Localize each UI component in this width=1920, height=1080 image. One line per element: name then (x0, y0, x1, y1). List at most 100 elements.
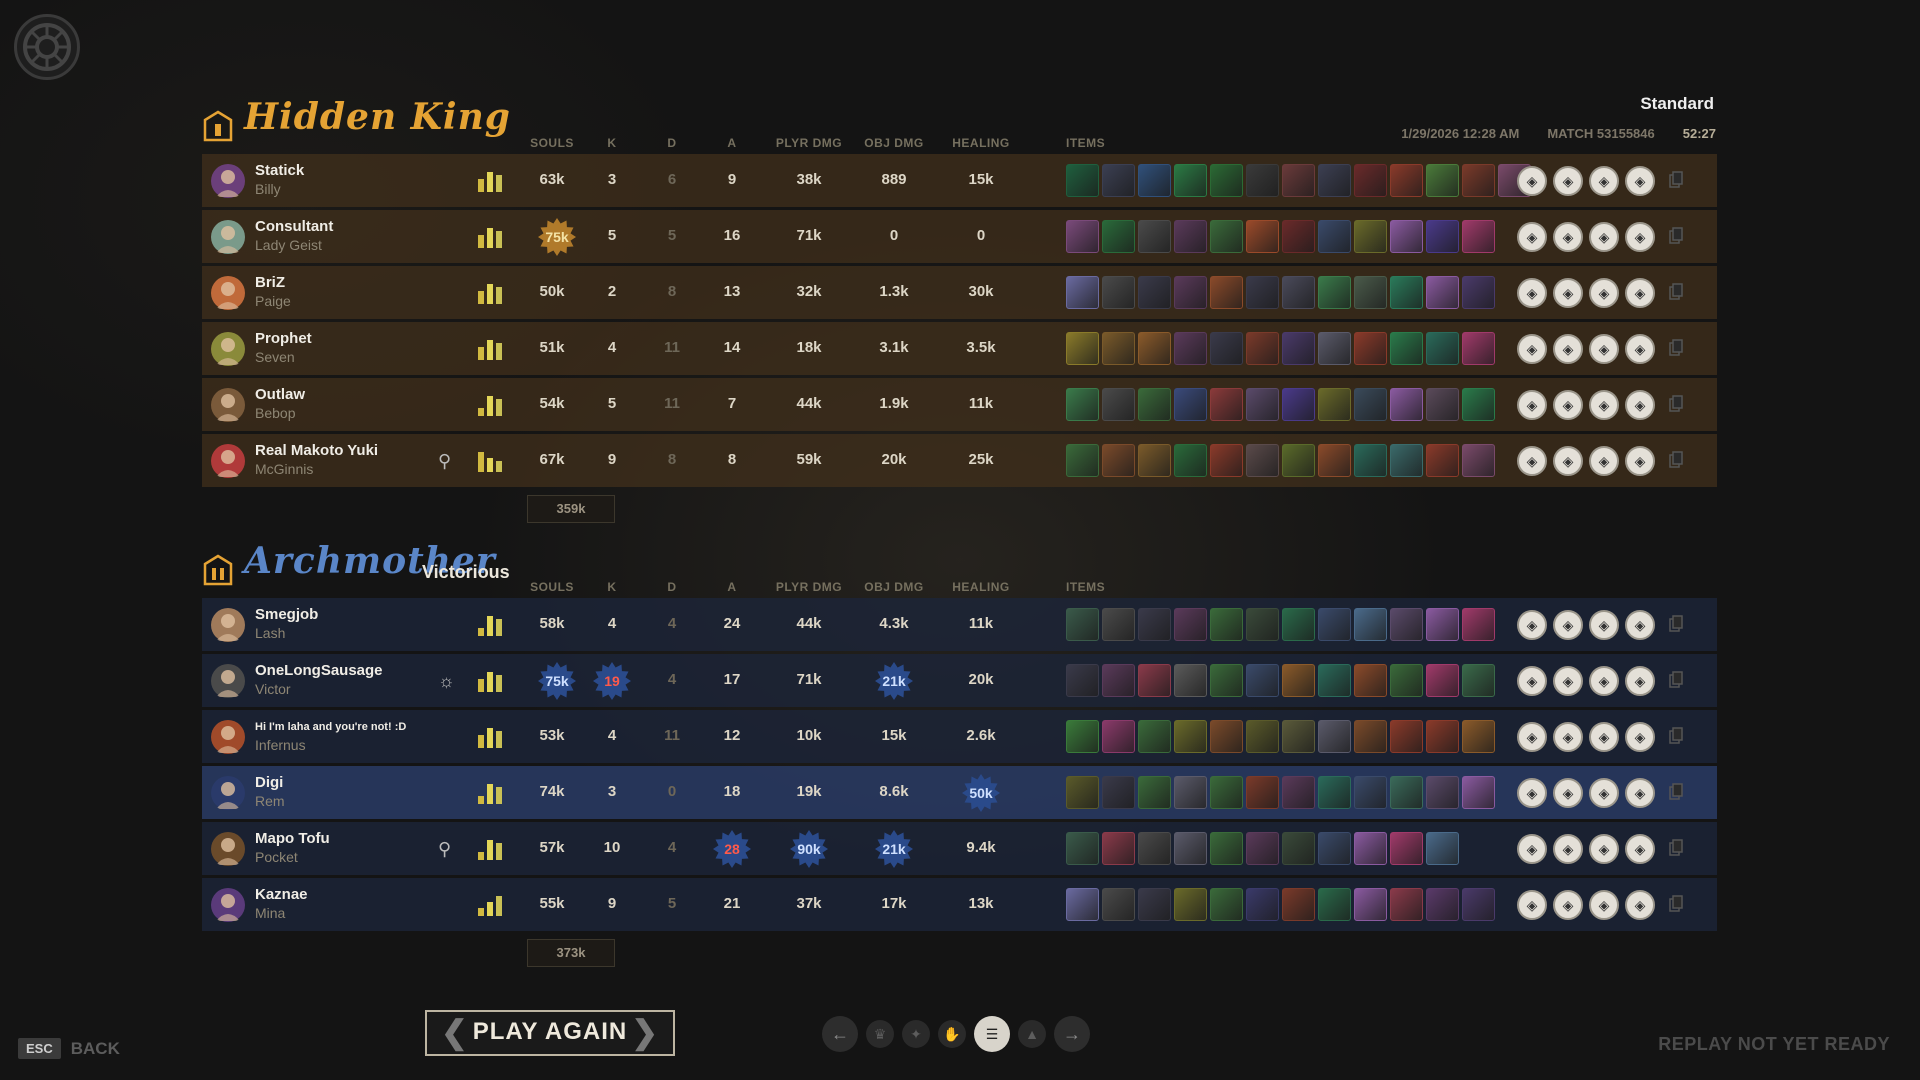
item-slot-icon[interactable] (1318, 276, 1351, 309)
claw-icon[interactable]: ◈ (1553, 666, 1583, 696)
item-slot-icon[interactable] (1318, 220, 1351, 253)
item-slot-icon[interactable] (1354, 776, 1387, 809)
player-name[interactable]: BriZ (255, 274, 285, 291)
item-slot-icon[interactable] (1174, 164, 1207, 197)
wall-icon[interactable]: ◈ (1589, 446, 1619, 476)
item-slot-icon[interactable] (1210, 664, 1243, 697)
item-slot-icon[interactable] (1462, 776, 1495, 809)
star-icon[interactable]: ◈ (1553, 778, 1583, 808)
ground-icon[interactable]: ◈ (1589, 610, 1619, 640)
item-slot-icon[interactable] (1174, 332, 1207, 365)
item-slot-icon[interactable] (1138, 332, 1171, 365)
item-slot-icon[interactable] (1426, 776, 1459, 809)
player-row[interactable]: Consultant Lady Geist 75k 5 5 16 71k 0 0 ◈ ◈ ◈ ◈ (202, 210, 1717, 263)
tower-icon[interactable]: ◈ (1589, 278, 1619, 308)
player-name[interactable]: Consultant (255, 218, 333, 235)
hook-icon[interactable]: ◈ (1589, 390, 1619, 420)
tab-chart-icon[interactable]: ▲ (1018, 1020, 1046, 1048)
item-slot-icon[interactable] (1462, 276, 1495, 309)
player-name[interactable]: Statick (255, 162, 304, 179)
item-slot-icon[interactable] (1426, 220, 1459, 253)
col-assists[interactable]: A (712, 136, 752, 150)
item-slot-icon[interactable] (1102, 832, 1135, 865)
fang-icon[interactable]: ◈ (1553, 890, 1583, 920)
wolf-icon[interactable]: ◈ (1553, 222, 1583, 252)
player-row[interactable]: Digi Rem 74k 3 0 18 19k 8.6k 50k ◈ ◈ ◈ ◈ (202, 766, 1717, 819)
player-row[interactable]: Prophet Seven 51k 4 11 14 18k 3.1k 3.5k ◈ ◈ ◈ ◈ (202, 322, 1717, 375)
item-slot-icon[interactable] (1066, 332, 1099, 365)
col-deaths[interactable]: D (652, 580, 692, 594)
arrow-icon[interactable]: ◈ (1625, 278, 1655, 308)
item-slot-icon[interactable] (1210, 776, 1243, 809)
player-row[interactable]: Real Makoto Yuki McGinnis ⚲ 67k 9 8 8 59k 20k 25k… (202, 434, 1717, 487)
eye-icon[interactable]: ◈ (1517, 334, 1547, 364)
item-slot-icon[interactable] (1174, 388, 1207, 421)
swirl-icon[interactable]: ◈ (1625, 166, 1655, 196)
item-slot-icon[interactable] (1354, 332, 1387, 365)
moon-icon[interactable]: ◈ (1625, 778, 1655, 808)
item-slot-icon[interactable] (1462, 388, 1495, 421)
player-row[interactable]: Smegjob Lash 58k 4 4 24 44k 4.3k 11k ◈ ◈ ◈ ◈ (202, 598, 1717, 651)
col-healing[interactable]: HEALING (941, 136, 1021, 150)
item-slot-icon[interactable] (1102, 220, 1135, 253)
col-player-damage[interactable]: PLYR DMG (769, 136, 849, 150)
item-slot-icon[interactable] (1174, 608, 1207, 641)
col-objective-damage[interactable]: OBJ DMG (854, 136, 934, 150)
item-slot-icon[interactable] (1390, 276, 1423, 309)
item-slot-icon[interactable] (1138, 776, 1171, 809)
fire-icon[interactable]: ◈ (1589, 722, 1619, 752)
item-slot-icon[interactable] (1174, 220, 1207, 253)
item-slot-icon[interactable] (1210, 444, 1243, 477)
face-icon[interactable]: ◈ (1517, 278, 1547, 308)
item-slot-icon[interactable] (1138, 388, 1171, 421)
item-slot-icon[interactable] (1354, 720, 1387, 753)
spark-icon[interactable]: ◈ (1553, 334, 1583, 364)
item-slot-icon[interactable] (1138, 276, 1171, 309)
hand-icon[interactable]: ◈ (1625, 222, 1655, 252)
item-slot-icon[interactable] (1210, 220, 1243, 253)
copy-icon[interactable] (1669, 615, 1683, 633)
item-slot-icon[interactable] (1426, 164, 1459, 197)
copy-icon[interactable] (1669, 451, 1683, 469)
copy-icon[interactable] (1669, 227, 1683, 245)
player-name[interactable]: Kaznae (255, 886, 308, 903)
item-slot-icon[interactable] (1174, 888, 1207, 921)
item-slot-icon[interactable] (1102, 776, 1135, 809)
item-slot-icon[interactable] (1462, 888, 1495, 921)
item-slot-icon[interactable] (1282, 164, 1315, 197)
esc-key[interactable]: ESC (18, 1038, 61, 1059)
col-assists[interactable]: A (712, 580, 752, 594)
item-slot-icon[interactable] (1102, 388, 1135, 421)
slash-icon[interactable]: ◈ (1625, 446, 1655, 476)
burst-icon[interactable]: ◈ (1625, 722, 1655, 752)
item-slot-icon[interactable] (1390, 388, 1423, 421)
item-slot-icon[interactable] (1390, 220, 1423, 253)
item-slot-icon[interactable] (1318, 776, 1351, 809)
bottle-icon[interactable]: ◈ (1517, 222, 1547, 252)
item-slot-icon[interactable] (1174, 664, 1207, 697)
item-slot-icon[interactable] (1390, 332, 1423, 365)
item-slot-icon[interactable] (1138, 220, 1171, 253)
barrage-icon[interactable]: ◈ (1625, 834, 1655, 864)
item-slot-icon[interactable] (1390, 608, 1423, 641)
item-slot-icon[interactable] (1282, 388, 1315, 421)
item-slot-icon[interactable] (1390, 164, 1423, 197)
item-slot-icon[interactable] (1066, 888, 1099, 921)
copy-icon[interactable] (1669, 783, 1683, 801)
player-row[interactable]: OneLongSausage Victor ☼ 75k 19 4 17 71k 21k 20k ◈ ◈… (202, 654, 1717, 707)
item-slot-icon[interactable] (1066, 220, 1099, 253)
item-slot-icon[interactable] (1138, 608, 1171, 641)
bomb-icon[interactable]: ◈ (1625, 390, 1655, 420)
copy-icon[interactable] (1669, 171, 1683, 189)
item-slot-icon[interactable] (1174, 720, 1207, 753)
item-slot-icon[interactable] (1138, 664, 1171, 697)
col-player-damage[interactable]: PLYR DMG (769, 580, 849, 594)
item-slot-icon[interactable] (1066, 608, 1099, 641)
item-slot-icon[interactable] (1066, 388, 1099, 421)
player-name[interactable]: Outlaw (255, 386, 305, 403)
item-slot-icon[interactable] (1462, 444, 1495, 477)
col-kills[interactable]: K (592, 136, 632, 150)
cloud-icon[interactable]: ◈ (1517, 778, 1547, 808)
item-slot-icon[interactable] (1210, 608, 1243, 641)
item-slot-icon[interactable] (1462, 164, 1495, 197)
